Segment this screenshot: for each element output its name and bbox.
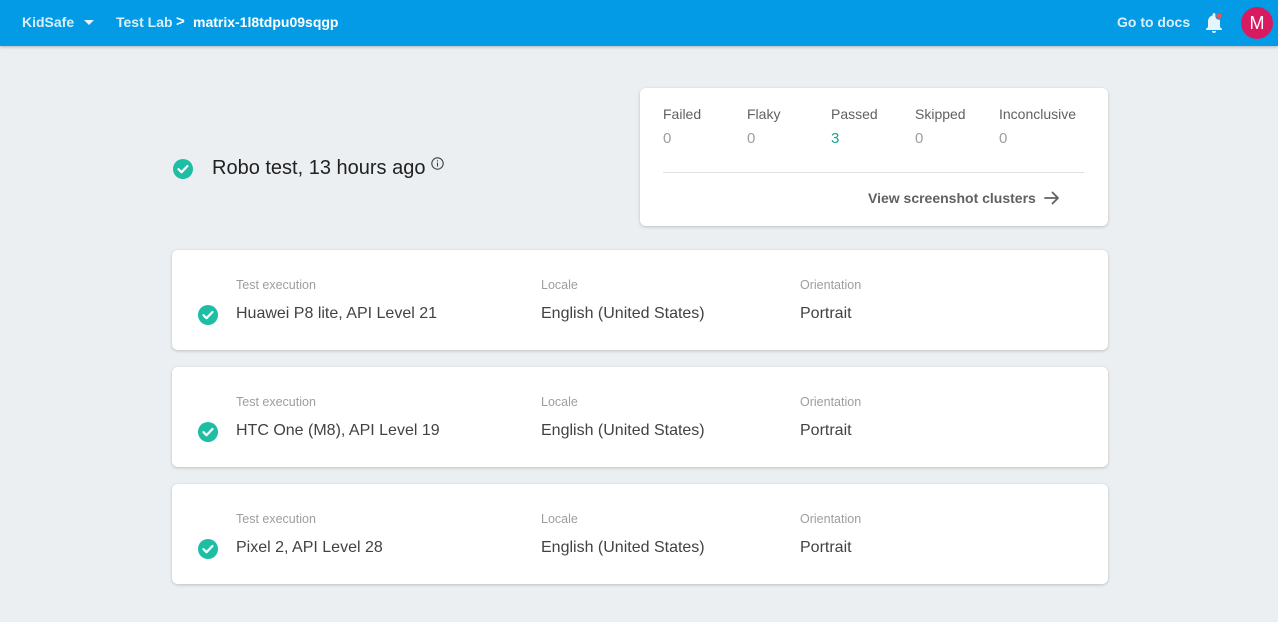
passed-check-icon	[198, 539, 218, 559]
account-avatar[interactable]: M	[1241, 7, 1273, 39]
breadcrumb-separator-icon: >	[176, 13, 185, 30]
breadcrumb-test-lab[interactable]: Test Lab	[116, 14, 173, 30]
stat-failed-label: Failed	[663, 106, 702, 122]
test-execution-card[interactable]: Test execution Huawei P8 lite, API Level…	[172, 250, 1108, 350]
orientation-value: Portrait	[800, 422, 852, 439]
arrow-right-icon	[1043, 191, 1059, 205]
breadcrumb-current-matrix: matrix-1l8tdpu09sqgp	[193, 14, 339, 30]
top-app-bar: KidSafe Test Lab > matrix-1l8tdpu09sqgp …	[0, 0, 1278, 46]
orientation-label: Orientation	[800, 395, 862, 409]
test-execution-card[interactable]: Test execution HTC One (M8), API Level 1…	[172, 367, 1108, 467]
outcome-stats-card: Failed 0 Flaky 0 Passed 3 Skipped 0 Inco…	[640, 88, 1108, 226]
stat-failed: Failed 0	[663, 106, 701, 147]
notifications-bell-icon[interactable]	[1203, 11, 1225, 35]
locale-value: English (United States)	[541, 539, 705, 556]
stat-skipped: Skipped 0	[915, 106, 966, 147]
passed-check-icon	[198, 422, 218, 442]
stat-flaky-value: 0	[747, 130, 756, 147]
chevron-down-icon	[84, 19, 95, 25]
locale-value: English (United States)	[541, 422, 705, 439]
orientation-label: Orientation	[800, 278, 862, 292]
locale-label: Locale	[541, 278, 578, 292]
stat-inconclusive: Inconclusive 0	[999, 106, 1076, 147]
project-selector[interactable]: KidSafe	[22, 14, 95, 30]
stat-flaky: Flaky 0	[747, 106, 780, 147]
stat-passed: Passed 3	[831, 106, 878, 147]
stat-passed-label: Passed	[831, 106, 878, 122]
locale-label: Locale	[541, 395, 578, 409]
info-icon[interactable]	[431, 157, 444, 170]
stat-failed-value: 0	[663, 130, 672, 147]
test-execution-card[interactable]: Test execution Pixel 2, API Level 28 Loc…	[172, 484, 1108, 584]
passed-check-icon	[198, 305, 218, 325]
view-screenshot-clusters-link[interactable]: View screenshot clusters	[868, 190, 1060, 206]
test-execution-label: Test execution	[236, 278, 316, 292]
page-title: Robo test, 13 hours ago	[212, 157, 426, 179]
clusters-link-label: View screenshot clusters	[868, 190, 1036, 206]
orientation-label: Orientation	[800, 512, 862, 526]
device-name: HTC One (M8), API Level 19	[236, 422, 440, 439]
stat-skipped-label: Skipped	[915, 106, 966, 122]
stat-skipped-value: 0	[915, 130, 924, 147]
stat-flaky-label: Flaky	[747, 106, 781, 122]
divider	[663, 172, 1084, 173]
orientation-value: Portrait	[800, 539, 852, 556]
device-name: Pixel 2, API Level 28	[236, 539, 383, 556]
locale-label: Locale	[541, 512, 578, 526]
locale-value: English (United States)	[541, 305, 705, 322]
stat-passed-value: 3	[831, 130, 840, 147]
test-execution-label: Test execution	[236, 395, 316, 409]
stat-inconclusive-value: 0	[999, 130, 1008, 147]
test-execution-label: Test execution	[236, 512, 316, 526]
stat-inconclusive-label: Inconclusive	[999, 106, 1077, 122]
matrix-summary-title: Robo test, 13 hours ago	[173, 157, 425, 180]
go-to-docs-link[interactable]: Go to docs	[1117, 14, 1190, 30]
orientation-value: Portrait	[800, 305, 852, 322]
device-name: Huawei P8 lite, API Level 21	[236, 305, 438, 322]
project-name: KidSafe	[22, 14, 75, 30]
passed-check-icon	[173, 158, 193, 179]
